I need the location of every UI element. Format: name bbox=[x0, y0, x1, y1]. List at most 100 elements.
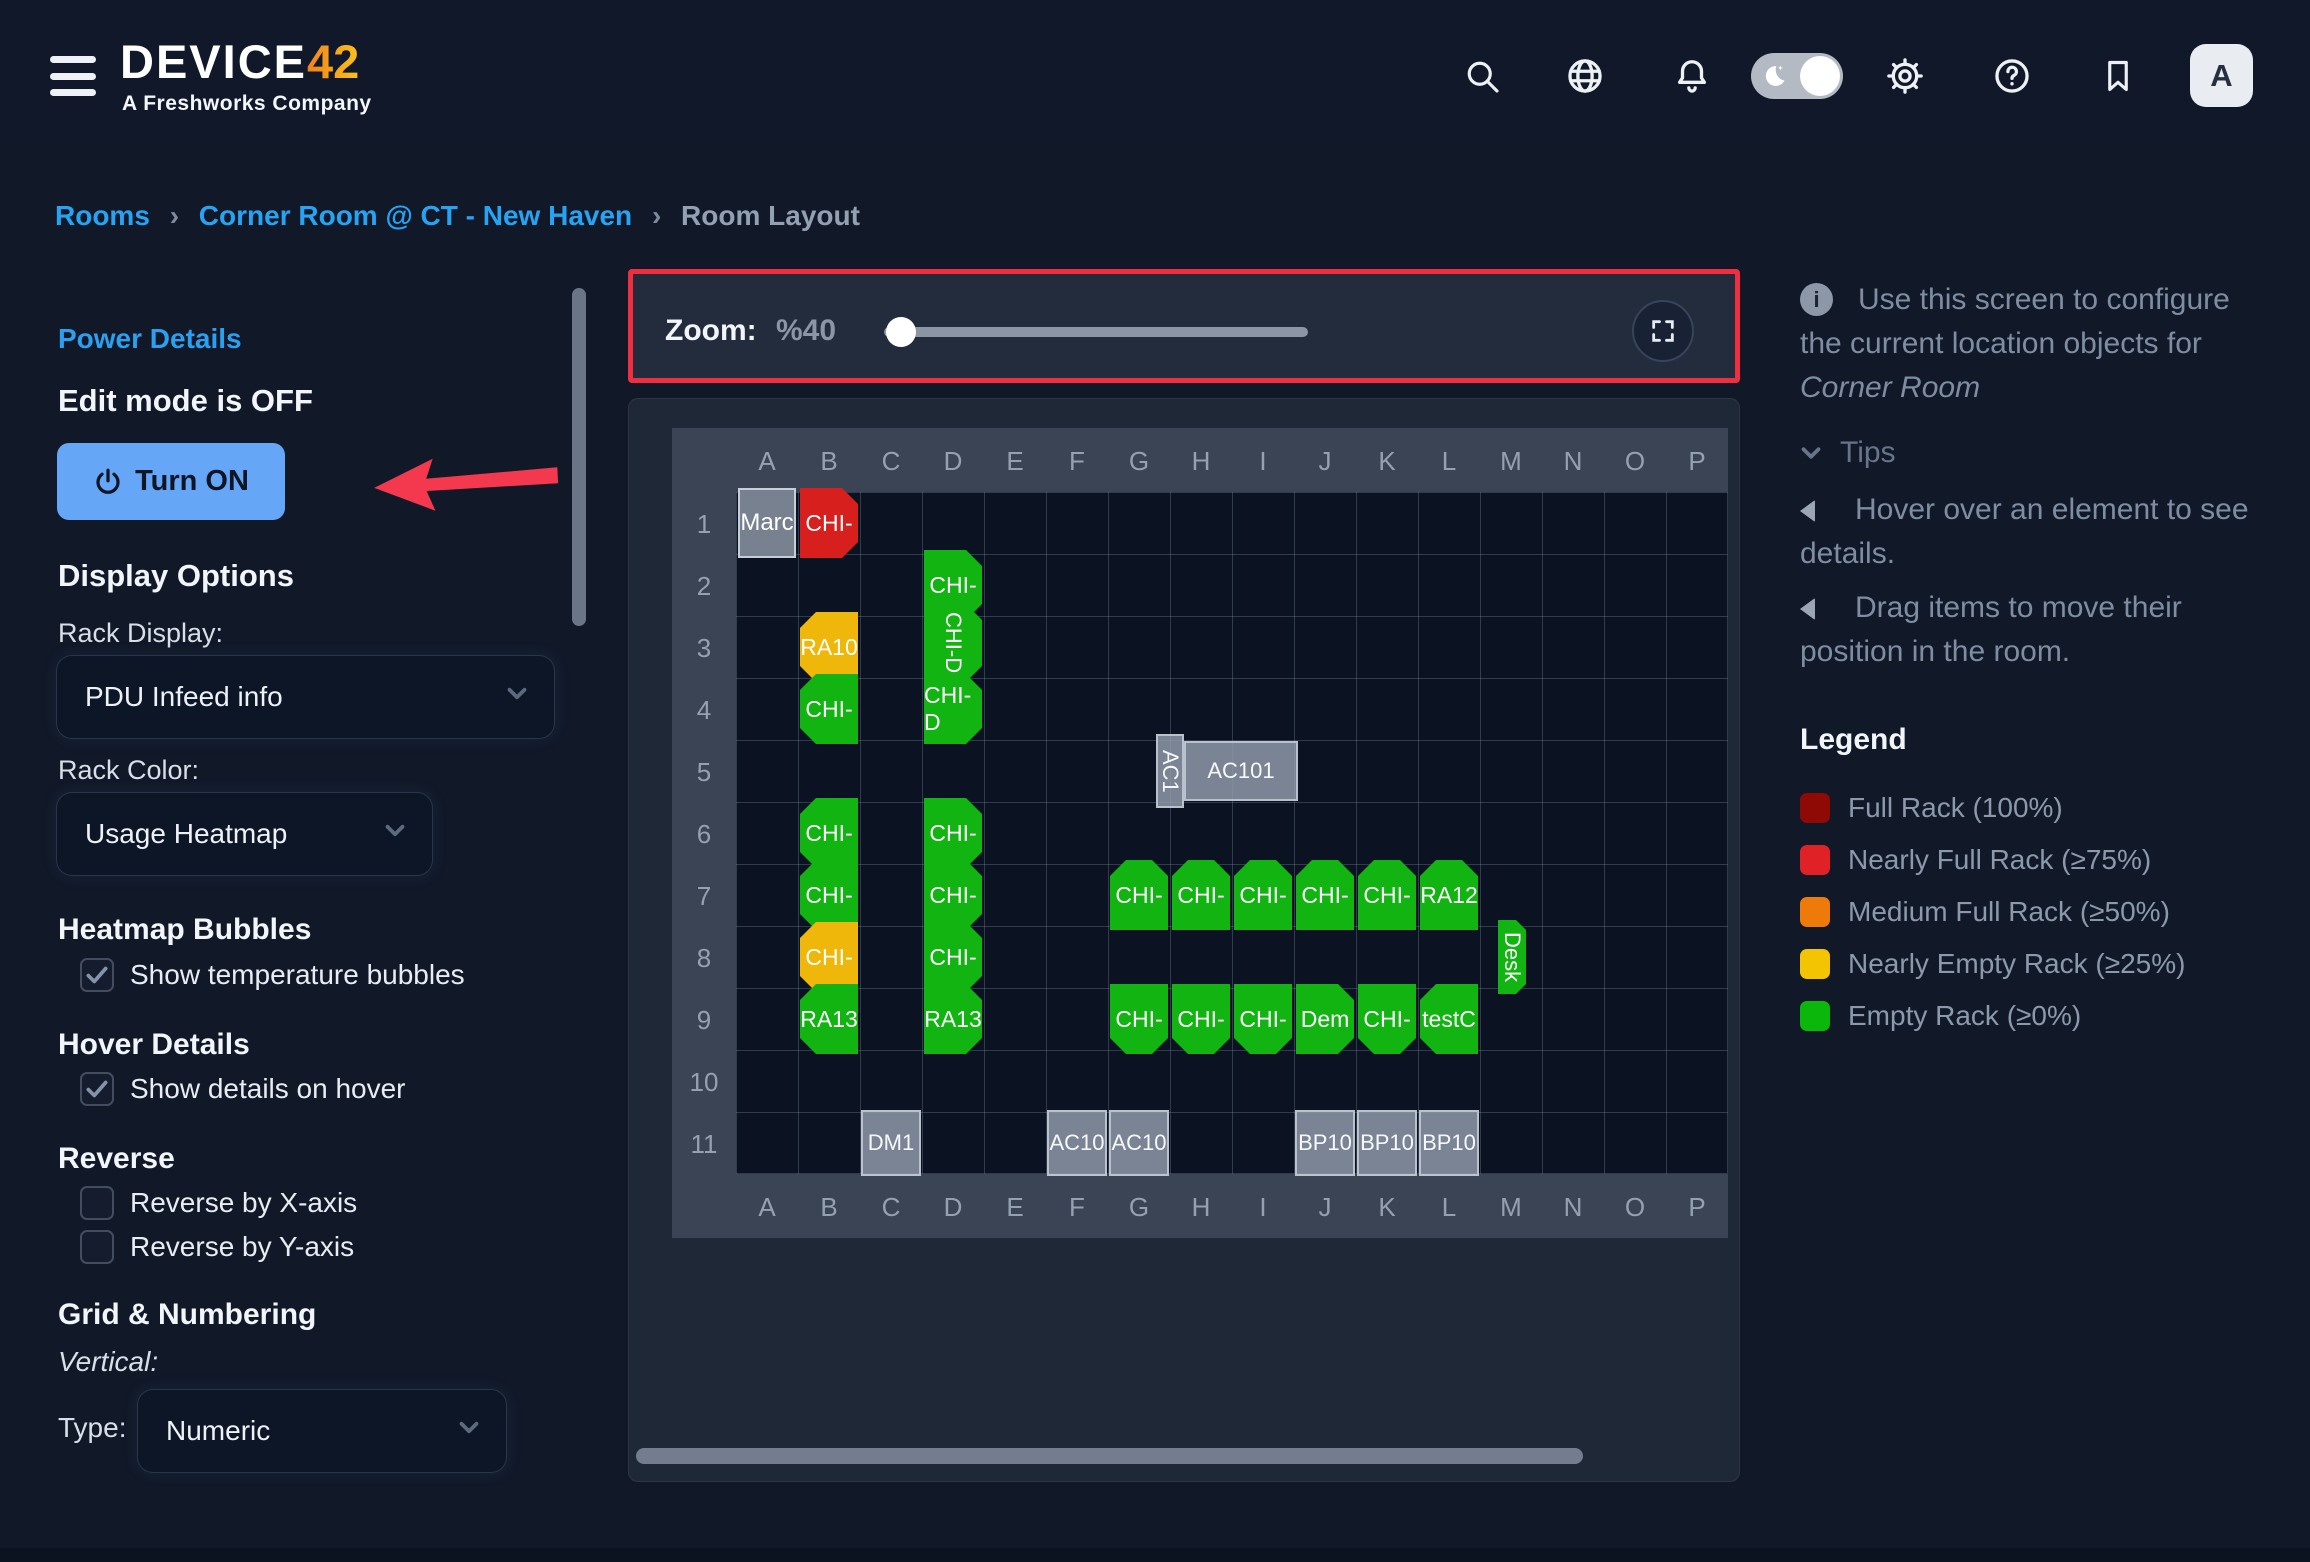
column-header: K bbox=[1356, 1192, 1418, 1223]
rack-item[interactable]: CHI- bbox=[1358, 984, 1416, 1054]
rack-item[interactable]: CHI-D bbox=[924, 604, 982, 682]
legend-swatch bbox=[1800, 949, 1830, 979]
chevron-down-icon bbox=[1796, 438, 1826, 468]
rack-color-select[interactable]: Usage Heatmap bbox=[57, 793, 432, 875]
rack-item[interactable]: AC10 bbox=[1109, 1110, 1169, 1176]
rack-display-value: PDU Infeed info bbox=[85, 681, 283, 713]
row-header: 6 bbox=[672, 819, 736, 850]
checkbox-unchecked bbox=[80, 1230, 114, 1264]
turn-on-button[interactable]: Turn ON bbox=[57, 443, 285, 520]
rack-item[interactable]: AC1 bbox=[1156, 734, 1184, 808]
rack-item[interactable]: CHI- bbox=[1234, 984, 1292, 1054]
app-logo: DEVICE42 bbox=[120, 38, 359, 85]
footer-strip bbox=[0, 1548, 2310, 1562]
zoom-slider-knob[interactable] bbox=[886, 317, 916, 347]
rack-item[interactable]: CHI- bbox=[924, 922, 982, 992]
checkbox-label: Show details on hover bbox=[130, 1073, 406, 1105]
column-header: M bbox=[1480, 446, 1542, 477]
avatar-initial: A bbox=[2210, 58, 2232, 94]
checkbox-label: Reverse by X-axis bbox=[130, 1187, 357, 1219]
globe-icon[interactable] bbox=[1553, 44, 1617, 108]
tip-drag: Drag items to move their position in the… bbox=[1800, 586, 2280, 674]
rack-display-label: Rack Display: bbox=[58, 618, 223, 649]
row-header: 8 bbox=[672, 943, 736, 974]
rack-item[interactable]: BP10 bbox=[1419, 1110, 1479, 1176]
breadcrumb-room[interactable]: Corner Room @ CT - New Haven bbox=[199, 200, 632, 231]
rack-item[interactable]: Dem bbox=[1296, 984, 1354, 1054]
grid-cells[interactable] bbox=[736, 492, 1728, 1174]
power-details-link[interactable]: Power Details bbox=[58, 323, 242, 355]
rack-item[interactable]: CHI- bbox=[1358, 860, 1416, 930]
breadcrumb-rooms[interactable]: Rooms bbox=[55, 200, 150, 231]
power-icon bbox=[93, 467, 123, 497]
vertical-label: Vertical: bbox=[58, 1346, 158, 1378]
row-header: 3 bbox=[672, 633, 736, 664]
row-header: 9 bbox=[672, 1005, 736, 1036]
sidebar-scrollbar[interactable] bbox=[572, 288, 586, 626]
zoom-slider-track[interactable] bbox=[884, 327, 1308, 337]
page: DEVICE42 A Freshworks Company A bbox=[0, 0, 2310, 1562]
bookmark-icon[interactable] bbox=[2086, 44, 2150, 108]
search-icon[interactable] bbox=[1450, 44, 1514, 108]
logo-accent: 42 bbox=[307, 35, 359, 88]
rack-item[interactable]: CHI- bbox=[800, 488, 858, 558]
rack-item[interactable]: testC bbox=[1420, 984, 1478, 1054]
rack-item[interactable]: CHI- bbox=[1234, 860, 1292, 930]
rack-item[interactable]: Desk bbox=[1498, 920, 1526, 994]
rack-item[interactable]: Marc bbox=[738, 488, 796, 558]
hamburger-menu-icon[interactable] bbox=[50, 56, 96, 96]
rack-item[interactable]: RA12 bbox=[1420, 860, 1478, 930]
room-grid: AABBCCDDEEFFGGHHIIJJKKLLMMNNOOPP12345678… bbox=[672, 428, 1728, 1238]
moon-icon bbox=[1760, 62, 1788, 90]
legend-label: Full Rack (100%) bbox=[1848, 792, 2063, 824]
rack-item[interactable]: CHI-D bbox=[924, 674, 982, 744]
rack-item[interactable]: CHI- bbox=[1110, 860, 1168, 930]
column-header: B bbox=[798, 1192, 860, 1223]
rack-item[interactable]: AC101 bbox=[1184, 741, 1298, 801]
rack-item[interactable]: AC10 bbox=[1047, 1110, 1107, 1176]
navbar: DEVICE42 A Freshworks Company A bbox=[0, 0, 2310, 145]
help-icon[interactable] bbox=[1980, 44, 2044, 108]
row-header: 11 bbox=[672, 1129, 736, 1160]
rack-item[interactable]: CHI- bbox=[800, 798, 858, 868]
column-header: L bbox=[1418, 446, 1480, 477]
column-header: F bbox=[1046, 446, 1108, 477]
fullscreen-button[interactable] bbox=[1632, 300, 1694, 362]
rack-item[interactable]: CHI- bbox=[924, 798, 982, 868]
row-header: 7 bbox=[672, 881, 736, 912]
column-header: J bbox=[1294, 446, 1356, 477]
rack-item[interactable]: RA13 bbox=[800, 984, 858, 1054]
rack-display-select[interactable]: PDU Infeed info bbox=[57, 656, 554, 738]
reverse-y-checkbox[interactable]: Reverse by Y-axis bbox=[80, 1230, 354, 1264]
temperature-bubbles-checkbox[interactable]: Show temperature bubbles bbox=[80, 958, 465, 992]
rack-item[interactable]: CHI- bbox=[1172, 860, 1230, 930]
tips-toggle[interactable]: Tips bbox=[1796, 436, 1896, 470]
rack-item[interactable]: CHI- bbox=[924, 860, 982, 930]
numbering-type-select[interactable]: Numeric bbox=[138, 1390, 506, 1472]
rack-item[interactable]: CHI- bbox=[800, 860, 858, 930]
rack-item[interactable]: RA13 bbox=[924, 984, 982, 1054]
rack-item[interactable]: CHI- bbox=[800, 674, 858, 744]
toggle-knob bbox=[1800, 56, 1840, 96]
notifications-bell-icon[interactable] bbox=[1660, 44, 1724, 108]
column-header: A bbox=[736, 1192, 798, 1223]
rack-item[interactable]: CHI- bbox=[1172, 984, 1230, 1054]
legend-row: Medium Full Rack (≥50%) bbox=[1800, 886, 2185, 938]
breadcrumb-separator: › bbox=[170, 200, 179, 231]
rack-item[interactable]: BP10 bbox=[1357, 1110, 1417, 1176]
rack-item[interactable]: RA10 bbox=[800, 612, 858, 682]
column-header: N bbox=[1542, 446, 1604, 477]
rack-item[interactable]: DM1 bbox=[861, 1110, 921, 1176]
avatar[interactable]: A bbox=[2190, 44, 2253, 107]
rack-item[interactable]: BP10 bbox=[1295, 1110, 1355, 1176]
rack-item[interactable]: CHI- bbox=[1110, 984, 1168, 1054]
settings-gear-icon[interactable] bbox=[1873, 44, 1937, 108]
column-header: I bbox=[1232, 1192, 1294, 1223]
rack-item[interactable]: CHI- bbox=[800, 922, 858, 992]
zoom-value: %40 bbox=[776, 314, 836, 348]
grid-horizontal-scrollbar[interactable] bbox=[636, 1448, 1583, 1464]
hover-details-checkbox[interactable]: Show details on hover bbox=[80, 1072, 406, 1106]
reverse-x-checkbox[interactable]: Reverse by X-axis bbox=[80, 1186, 357, 1220]
rack-item[interactable]: CHI- bbox=[1296, 860, 1354, 930]
dark-mode-toggle[interactable] bbox=[1751, 53, 1843, 99]
